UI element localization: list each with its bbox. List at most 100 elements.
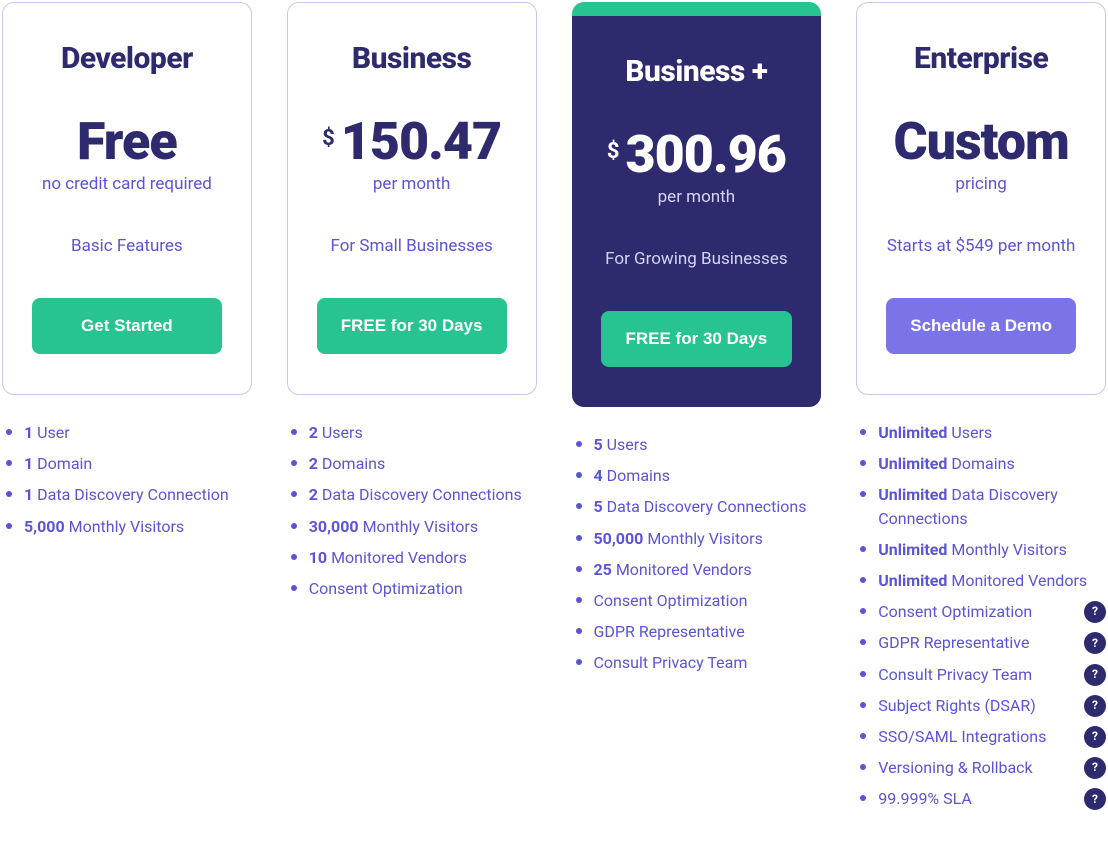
help-icon[interactable]: ?: [1084, 788, 1106, 810]
feature-value: 25: [594, 560, 612, 579]
feature-label: Consent Optimization: [594, 591, 748, 610]
bullet-icon: [576, 628, 582, 634]
feature-list: 5 Users4 Domains5 Data Discovery Connect…: [572, 429, 822, 679]
feature-value: 4: [594, 466, 603, 485]
feature-value: 2: [309, 485, 318, 504]
feature-text: Consult Privacy Team: [878, 663, 1072, 686]
feature-item: 4 Domains: [576, 460, 822, 491]
feature-value: Unlimited: [878, 485, 947, 504]
feature-label: Monthly Visitors: [647, 529, 763, 548]
bullet-icon: [860, 671, 866, 677]
plan-card: Business$150.47per monthFor Small Busine…: [287, 2, 537, 395]
feature-item: 5,000 Monthly Visitors: [6, 511, 252, 542]
feature-item: 25 Monitored Vendors: [576, 554, 822, 585]
feature-value: 5: [594, 497, 603, 516]
price-sub: no credit card required: [19, 174, 235, 194]
bullet-icon: [576, 597, 582, 603]
feature-item: Consent Optimization: [291, 573, 537, 604]
help-icon[interactable]: ?: [1084, 695, 1106, 717]
cta-button[interactable]: Schedule a Demo: [886, 298, 1076, 354]
feature-text: SSO/SAML Integrations: [878, 725, 1072, 748]
plan-title: Business: [304, 41, 520, 76]
price-sub: pricing: [873, 174, 1089, 194]
feature-text: 5 Users: [594, 433, 822, 456]
feature-label: Monitored Vendors: [331, 548, 467, 567]
bullet-icon: [576, 535, 582, 541]
feature-item: SSO/SAML Integrations?: [860, 721, 1106, 752]
feature-label: Consult Privacy Team: [878, 665, 1032, 684]
feature-text: 1 Data Discovery Connection: [24, 483, 252, 506]
feature-text: Consent Optimization: [309, 577, 537, 600]
currency-symbol: $: [607, 139, 620, 164]
help-icon[interactable]: ?: [1084, 601, 1106, 623]
bullet-icon: [6, 460, 12, 466]
feature-item: Unlimited Data Discovery Connections: [860, 479, 1106, 533]
feature-item: 1 Domain: [6, 448, 252, 479]
feature-value: Unlimited: [878, 571, 947, 590]
feature-item: 1 Data Discovery Connection: [6, 479, 252, 510]
price-main: 150.47: [341, 116, 501, 168]
plan-card: DeveloperFreeno credit card requiredBasi…: [2, 2, 252, 395]
bullet-icon: [291, 460, 297, 466]
pricing-plan: Business$150.47per monthFor Small Busine…: [287, 2, 537, 814]
cta-button[interactable]: Get Started: [32, 298, 222, 354]
help-icon[interactable]: ?: [1084, 632, 1106, 654]
feature-label: Data Discovery Connections: [322, 485, 522, 504]
bullet-icon: [291, 585, 297, 591]
feature-label: Consent Optimization: [878, 602, 1032, 621]
help-icon[interactable]: ?: [1084, 664, 1106, 686]
bullet-icon: [860, 733, 866, 739]
feature-label: Users: [607, 435, 648, 454]
feature-item: Unlimited Users: [860, 417, 1106, 448]
feature-label: Data Discovery Connection: [37, 485, 229, 504]
bullet-icon: [860, 639, 866, 645]
feature-item: GDPR Representative?: [860, 627, 1106, 658]
feature-item: 10 Monitored Vendors: [291, 542, 537, 573]
bullet-icon: [291, 491, 297, 497]
help-icon[interactable]: ?: [1084, 726, 1106, 748]
cta-button[interactable]: FREE for 30 Days: [601, 311, 793, 367]
currency-symbol: $: [322, 126, 335, 151]
feature-item: 5 Users: [576, 429, 822, 460]
bullet-icon: [576, 659, 582, 665]
bullet-icon: [576, 503, 582, 509]
help-icon[interactable]: ?: [1084, 757, 1106, 779]
feature-label: SSO/SAML Integrations: [878, 727, 1046, 746]
feature-value: 1: [24, 485, 33, 504]
feature-label: Monthly Visitors: [69, 517, 185, 536]
feature-label: Users: [322, 423, 363, 442]
feature-value: 30,000: [309, 517, 359, 536]
feature-value: 1: [24, 423, 33, 442]
bullet-icon: [291, 429, 297, 435]
plan-description: For Small Businesses: [304, 236, 520, 256]
bullet-icon: [860, 491, 866, 497]
pricing-plan: EnterpriseCustompricingStarts at $549 pe…: [856, 2, 1106, 814]
plan-title: Business +: [588, 54, 806, 89]
feature-value: 1: [24, 454, 33, 473]
feature-value: 5,000: [24, 517, 65, 536]
bullet-icon: [860, 702, 866, 708]
feature-item: 99.999% SLA?: [860, 783, 1106, 814]
feature-label: Consult Privacy Team: [594, 653, 748, 672]
feature-item: 30,000 Monthly Visitors: [291, 511, 537, 542]
feature-value: Unlimited: [878, 423, 947, 442]
feature-text: Consult Privacy Team: [594, 651, 822, 674]
bullet-icon: [576, 566, 582, 572]
cta-button[interactable]: FREE for 30 Days: [317, 298, 507, 354]
feature-text: 1 Domain: [24, 452, 252, 475]
feature-label: Monitored Vendors: [951, 571, 1087, 590]
price-line: $150.47: [304, 116, 520, 168]
price-main: Custom: [893, 116, 1068, 168]
bullet-icon: [291, 554, 297, 560]
bullet-icon: [860, 795, 866, 801]
feature-value: Unlimited: [878, 454, 947, 473]
feature-label: Domains: [322, 454, 385, 473]
feature-label: Consent Optimization: [309, 579, 463, 598]
feature-label: Domains: [607, 466, 670, 485]
plan-title: Developer: [19, 41, 235, 76]
bullet-icon: [291, 523, 297, 529]
bullet-icon: [576, 472, 582, 478]
feature-value: 50,000: [594, 529, 644, 548]
feature-list: 2 Users2 Domains2 Data Discovery Connect…: [287, 417, 537, 604]
feature-label: Monthly Visitors: [363, 517, 479, 536]
